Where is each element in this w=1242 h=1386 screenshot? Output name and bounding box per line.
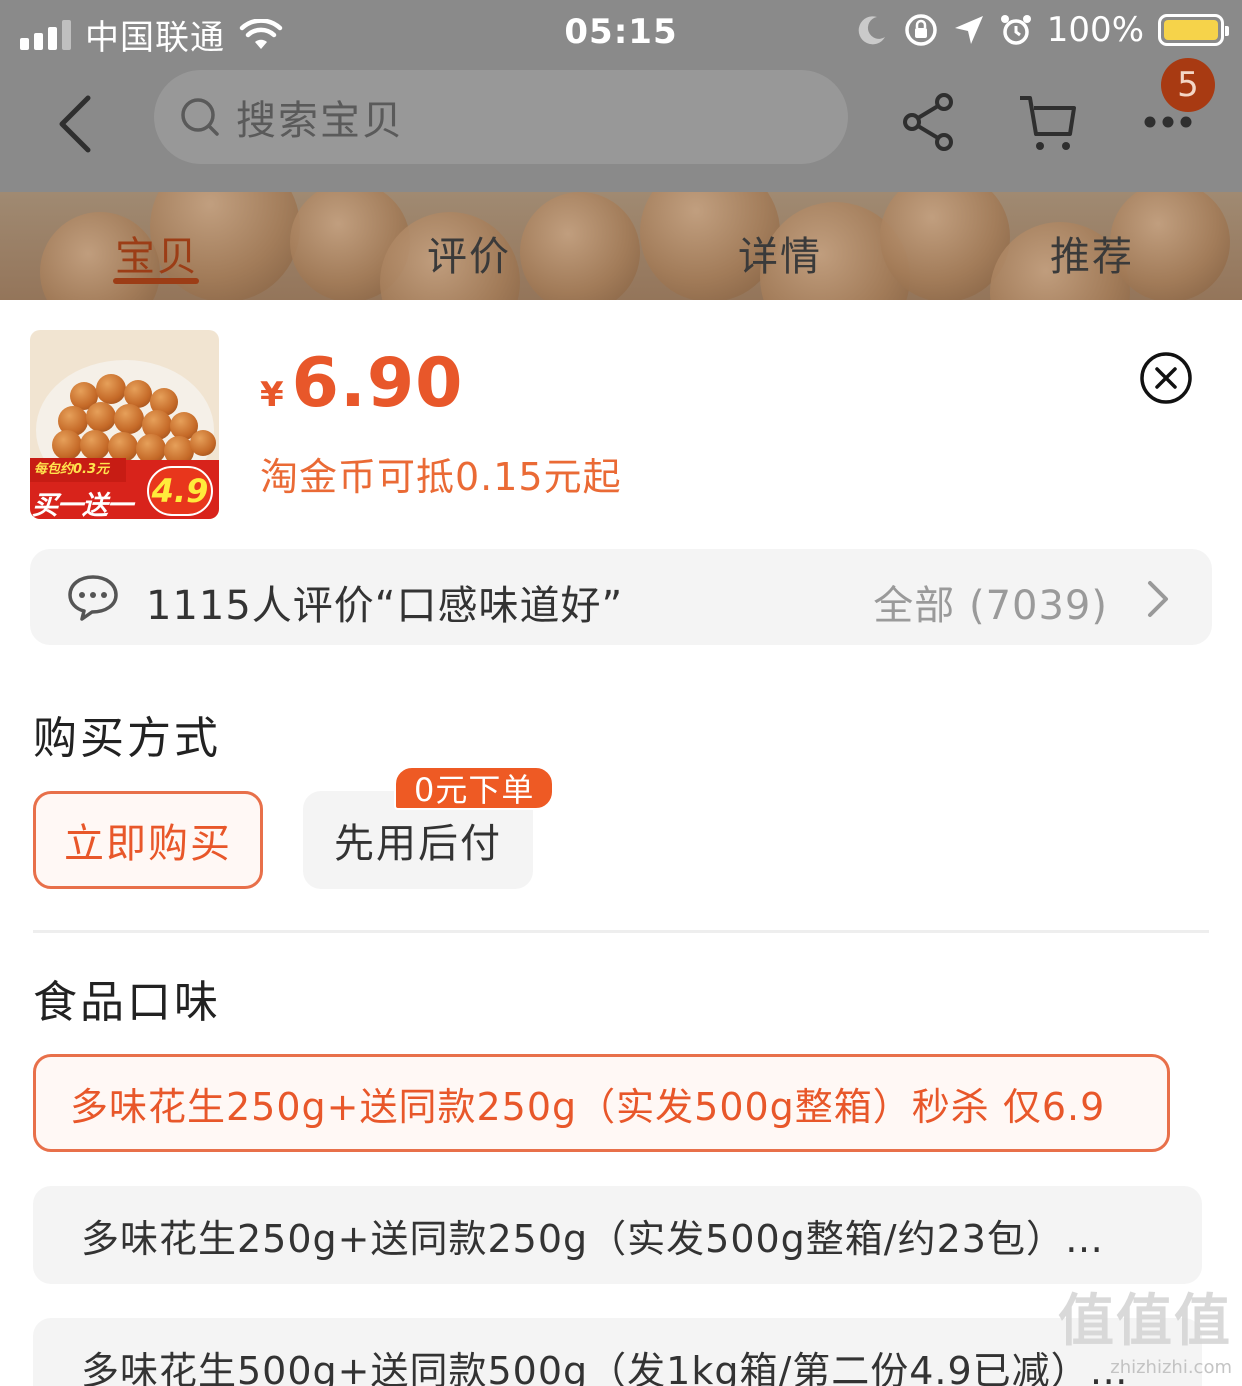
flavor-option[interactable]: 多味花生250g+送同款250g（实发500g整箱）秒杀 仅6.9 [33, 1054, 1170, 1152]
coin-discount-note: 淘金币可抵0.15元起 [260, 455, 622, 499]
tab-details[interactable]: 详情 [738, 224, 822, 282]
message-count-badge: 5 [1161, 58, 1215, 112]
share-icon[interactable] [898, 90, 962, 154]
battery-percent: 100% [1046, 10, 1144, 50]
watermark-domain: zhizhizhi.com [1110, 1357, 1232, 1378]
purchase-method-title: 购买方式 [33, 713, 221, 764]
tab-active-indicator [113, 278, 199, 284]
dimmed-header-area[interactable]: 中国联通 05:15 100% 搜索宝贝 5 宝贝 评价 详情 推荐 [0, 0, 1242, 300]
battery-icon [1158, 14, 1229, 46]
sku-selection-sheet: 每包约0.3元 买一送一 4.9 ¥ 6.90 淘金币可抵0.15元起 1115… [0, 300, 1242, 1386]
price-value: 6.90 [291, 344, 464, 423]
rotation-lock-icon [905, 14, 937, 46]
promo-per-pack: 每包约0.3元 [30, 458, 126, 482]
watermark-logo: 值值值 [1058, 1289, 1232, 1354]
product-sku-page: 中国联通 05:15 100% 搜索宝贝 5 宝贝 评价 详情 推荐 每包约0.… [0, 0, 1242, 1386]
search-icon [181, 98, 219, 136]
flavor-option[interactable]: 多味花生250g+送同款250g（实发500g整箱/约23包）… [33, 1186, 1202, 1284]
tab-recommend[interactable]: 推荐 [1050, 224, 1134, 282]
status-bar: 中国联通 05:15 100% [0, 0, 1242, 64]
moon-icon [858, 16, 885, 45]
review-summary-bar[interactable]: 1115人评价“口感味道好” 全部 (7039) [30, 549, 1212, 645]
zero-order-tag: 0元下单 [394, 766, 555, 810]
back-arrow-icon[interactable] [52, 92, 108, 156]
location-arrow-icon [954, 16, 983, 44]
chat-bubble-icon [68, 575, 118, 621]
flavor-option[interactable]: 多味花生500g+送同款500g（发1kg箱/第二份4.9已减）… [33, 1318, 1202, 1386]
search-placeholder: 搜索宝贝 [236, 98, 404, 144]
review-total: 全部 (7039) [873, 583, 1108, 629]
flavor-title: 食品口味 [33, 977, 221, 1028]
search-input[interactable]: 搜索宝贝 [154, 70, 848, 164]
review-highlight: 1115人评价“口感味道好” [146, 583, 624, 629]
section-divider [33, 930, 1209, 933]
product-thumbnail[interactable]: 每包约0.3元 买一送一 4.9 [30, 330, 219, 519]
buy-now-option[interactable]: 立即购买 [33, 791, 263, 889]
tab-item[interactable]: 宝贝 [115, 224, 199, 282]
tab-reviews[interactable]: 评价 [427, 224, 511, 282]
alarm-icon [1000, 15, 1031, 45]
promo-bogo: 买一送一 [32, 491, 133, 519]
cart-icon[interactable] [1016, 90, 1080, 154]
close-icon[interactable] [1139, 351, 1193, 405]
chevron-right-icon [1148, 581, 1168, 617]
currency-symbol: ¥ [260, 375, 284, 415]
promo-second-price: 4.9 [147, 466, 213, 516]
price: ¥ 6.90 [260, 344, 463, 423]
watermark: 值值值 zhizhizhi.com [1058, 1276, 1232, 1378]
